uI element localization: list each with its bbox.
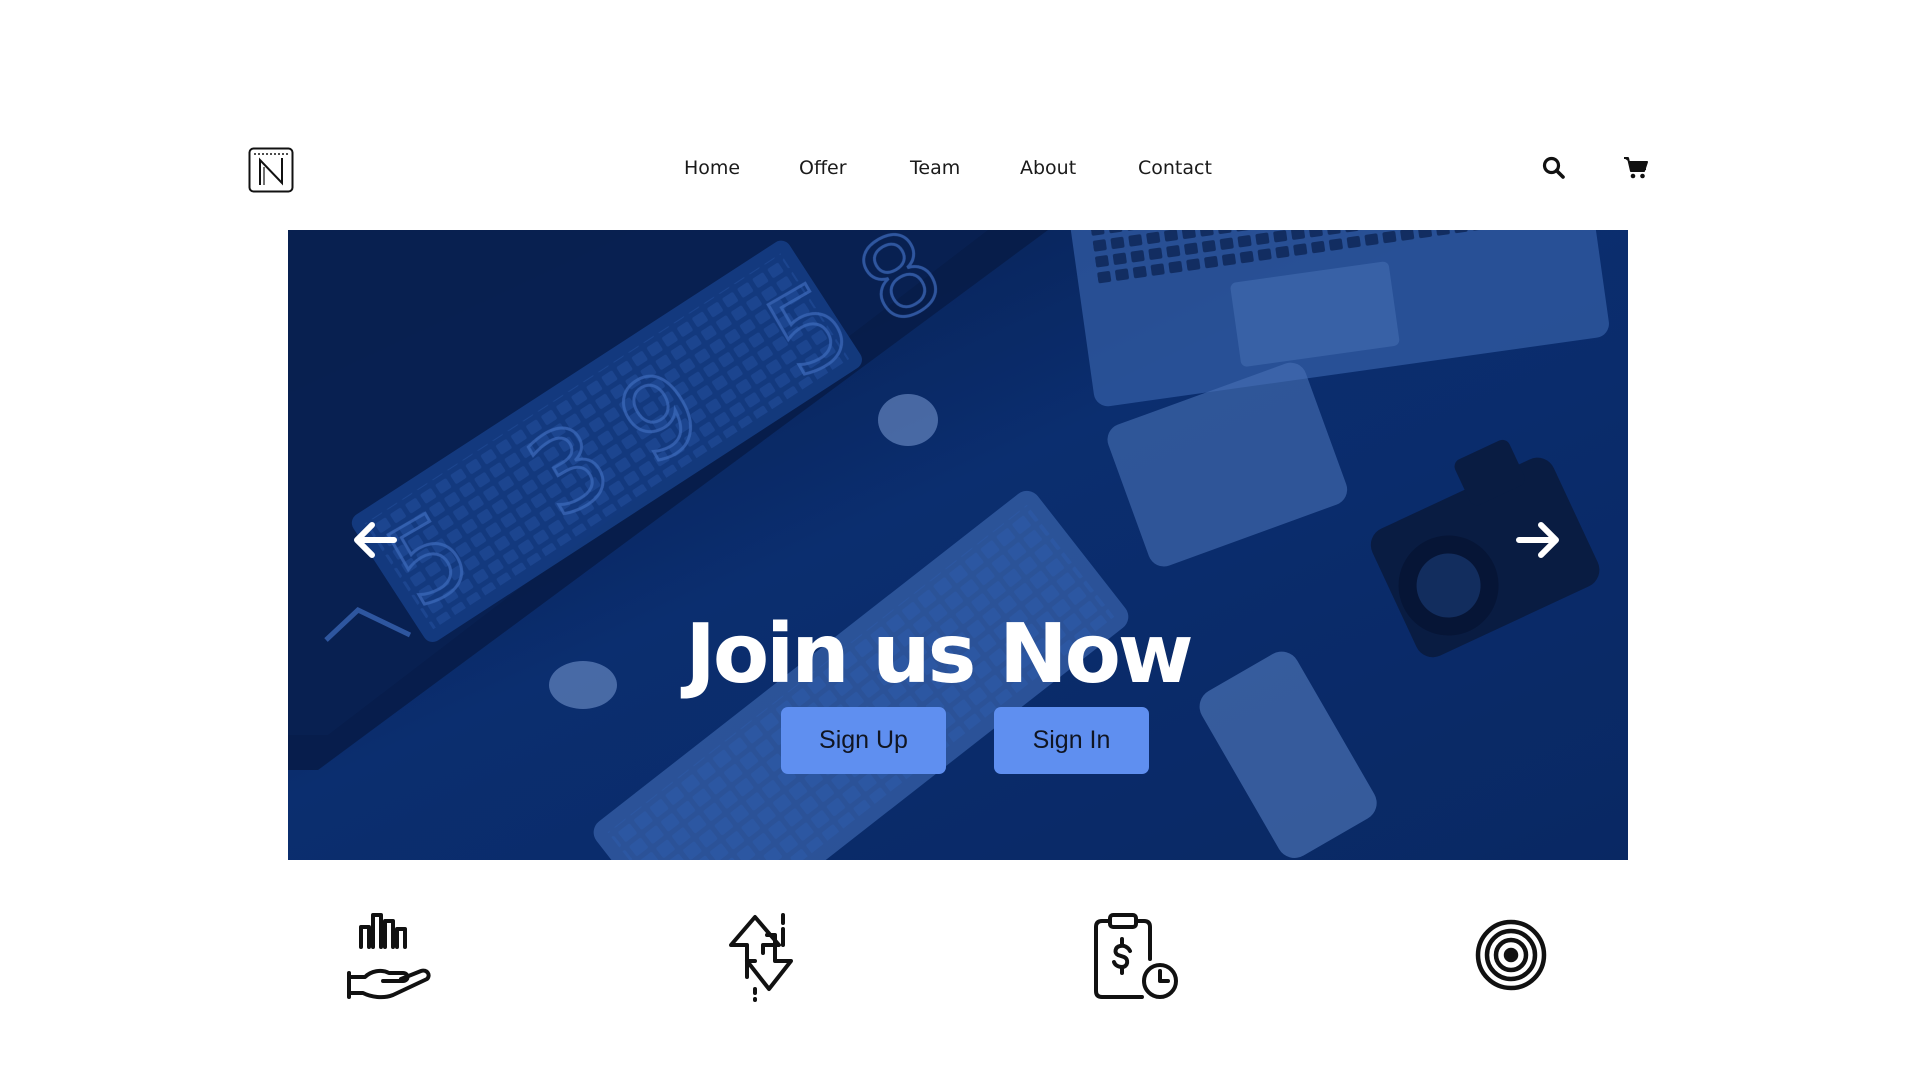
arrow-left-icon[interactable] (348, 517, 400, 563)
nav-item-home[interactable]: Home (684, 156, 740, 180)
arrow-right-icon[interactable] (1513, 517, 1565, 563)
cart-icon[interactable] (1623, 155, 1649, 181)
hand-bar-chart-icon (341, 905, 441, 1005)
up-down-arrows-icon (717, 905, 817, 1005)
nav-item-contact[interactable]: Contact (1138, 156, 1212, 180)
page: Home Offer Team About Contact 5 8 3 9 5 … (0, 0, 1920, 1080)
hero-background-image: 5 8 3 9 5 (288, 230, 1628, 860)
nav-item-team[interactable]: Team (910, 156, 960, 180)
nav-item-about[interactable]: About (1020, 156, 1076, 180)
nav-item-offer[interactable]: Offer (799, 156, 847, 180)
hero-title: Join us Now (685, 606, 1193, 702)
search-icon[interactable] (1541, 155, 1567, 181)
target-icon (1461, 905, 1561, 1005)
clipboard-dollar-clock-icon (1088, 905, 1188, 1005)
sign-up-button[interactable]: Sign Up (781, 707, 946, 774)
hero-banner: 5 8 3 9 5 Join us Now Sign Up Sign In (288, 230, 1628, 860)
sign-in-button[interactable]: Sign In (994, 707, 1149, 774)
